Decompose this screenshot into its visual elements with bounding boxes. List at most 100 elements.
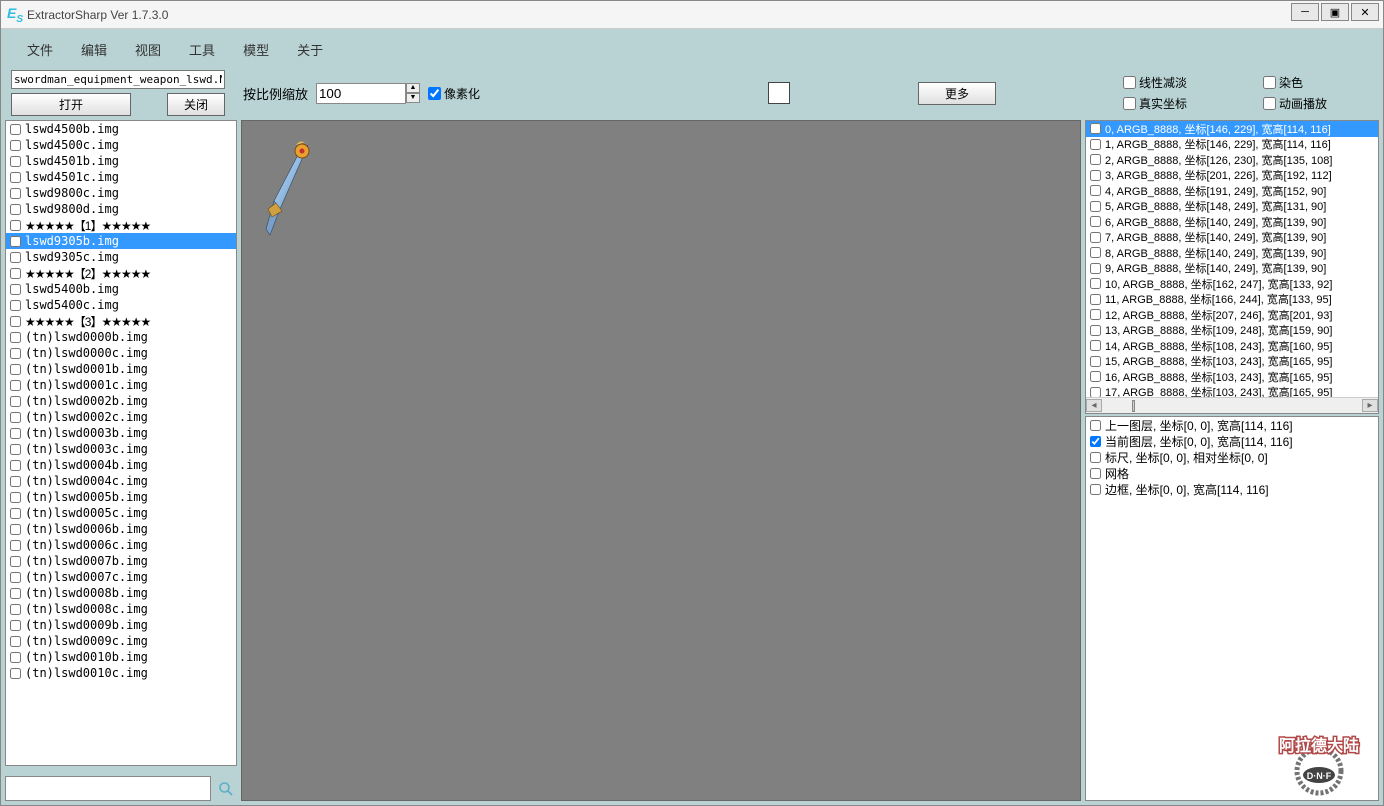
file-checkbox[interactable] bbox=[10, 460, 21, 471]
file-row[interactable]: (tn)lswd0006b.img bbox=[6, 521, 236, 537]
file-row[interactable]: (tn)lswd0009c.img bbox=[6, 633, 236, 649]
file-row[interactable]: lswd9305b.img bbox=[6, 233, 236, 249]
menu-edit[interactable]: 编辑 bbox=[67, 37, 121, 62]
menu-about[interactable]: 关于 bbox=[283, 37, 337, 62]
file-checkbox[interactable] bbox=[10, 588, 21, 599]
frame-row[interactable]: 6, ARGB_8888, 坐标[140, 249], 宽高[139, 90] bbox=[1086, 214, 1378, 230]
file-checkbox[interactable] bbox=[10, 236, 21, 247]
file-row[interactable]: (tn)lswd0000b.img bbox=[6, 329, 236, 345]
menu-file[interactable]: 文件 bbox=[13, 37, 67, 62]
frame-row[interactable]: 2, ARGB_8888, 坐标[126, 230], 宽高[135, 108] bbox=[1086, 152, 1378, 168]
minimize-button[interactable]: ─ bbox=[1291, 3, 1319, 21]
file-checkbox[interactable] bbox=[10, 636, 21, 647]
file-checkbox[interactable] bbox=[10, 508, 21, 519]
frame-row[interactable]: 14, ARGB_8888, 坐标[108, 243], 宽高[160, 95] bbox=[1086, 338, 1378, 354]
file-checkbox[interactable] bbox=[10, 124, 21, 135]
menu-model[interactable]: 模型 bbox=[229, 37, 283, 62]
frame-checkbox[interactable] bbox=[1090, 201, 1101, 212]
layer-row[interactable]: 网格 bbox=[1086, 465, 1378, 481]
file-row[interactable]: (tn)lswd0005c.img bbox=[6, 505, 236, 521]
file-row[interactable]: (tn)lswd0001b.img bbox=[6, 361, 236, 377]
file-row[interactable]: (tn)lswd0000c.img bbox=[6, 345, 236, 361]
frame-checkbox[interactable] bbox=[1090, 154, 1101, 165]
frame-row[interactable]: 10, ARGB_8888, 坐标[162, 247], 宽高[133, 92] bbox=[1086, 276, 1378, 292]
frame-checkbox[interactable] bbox=[1090, 263, 1101, 274]
frame-checkbox[interactable] bbox=[1090, 170, 1101, 181]
file-row[interactable]: lswd9305c.img bbox=[6, 249, 236, 265]
file-checkbox[interactable] bbox=[10, 172, 21, 183]
menu-tool[interactable]: 工具 bbox=[175, 37, 229, 62]
file-checkbox[interactable] bbox=[10, 396, 21, 407]
file-row[interactable]: lswd4501c.img bbox=[6, 169, 236, 185]
file-row[interactable]: (tn)lswd0002c.img bbox=[6, 409, 236, 425]
frame-row[interactable]: 1, ARGB_8888, 坐标[146, 229], 宽高[114, 116] bbox=[1086, 137, 1378, 153]
layer-checkbox[interactable] bbox=[1090, 484, 1101, 495]
file-checkbox[interactable] bbox=[10, 140, 21, 151]
frame-checkbox[interactable] bbox=[1090, 139, 1101, 150]
frame-row[interactable]: 0, ARGB_8888, 坐标[146, 229], 宽高[114, 116] bbox=[1086, 121, 1378, 137]
file-checkbox[interactable] bbox=[10, 604, 21, 615]
frame-checkbox[interactable] bbox=[1090, 123, 1101, 134]
frame-row[interactable]: 16, ARGB_8888, 坐标[103, 243], 宽高[165, 95] bbox=[1086, 369, 1378, 385]
frame-row[interactable]: 9, ARGB_8888, 坐标[140, 249], 宽高[139, 90] bbox=[1086, 261, 1378, 277]
layer-checkbox[interactable] bbox=[1090, 420, 1101, 431]
pixelate-checkbox[interactable]: 像素化 bbox=[428, 85, 480, 102]
file-checkbox[interactable] bbox=[10, 444, 21, 455]
file-checkbox[interactable] bbox=[10, 524, 21, 535]
dye-checkbox[interactable]: 染色 bbox=[1263, 74, 1373, 91]
file-list[interactable]: lswd4500b.imglswd4500c.imglswd4501b.imgl… bbox=[5, 120, 237, 766]
file-checkbox[interactable] bbox=[10, 428, 21, 439]
file-row[interactable]: lswd9800c.img bbox=[6, 185, 236, 201]
maximize-button[interactable]: ▣ bbox=[1321, 3, 1349, 21]
frame-checkbox[interactable] bbox=[1090, 216, 1101, 227]
anim-play-checkbox[interactable]: 动画播放 bbox=[1263, 95, 1373, 112]
frame-checkbox[interactable] bbox=[1090, 247, 1101, 258]
file-row[interactable]: (tn)lswd0005b.img bbox=[6, 489, 236, 505]
frame-list-hscroll[interactable]: ◂ ▸ bbox=[1086, 397, 1378, 413]
file-checkbox[interactable] bbox=[10, 668, 21, 679]
file-checkbox[interactable] bbox=[10, 348, 21, 359]
frame-checkbox[interactable] bbox=[1090, 185, 1101, 196]
file-row[interactable]: ★★★★★【3】★★★★★ bbox=[6, 313, 236, 329]
frame-row[interactable]: 17, ARGB_8888, 坐标[103, 243], 宽高[165, 95] bbox=[1086, 385, 1378, 398]
file-row[interactable]: (tn)lswd0009b.img bbox=[6, 617, 236, 633]
file-row[interactable]: lswd5400c.img bbox=[6, 297, 236, 313]
canvas[interactable] bbox=[241, 120, 1081, 801]
file-checkbox[interactable] bbox=[10, 380, 21, 391]
frame-checkbox[interactable] bbox=[1090, 387, 1101, 397]
layer-checkbox[interactable] bbox=[1090, 436, 1101, 447]
close-window-button[interactable]: ✕ bbox=[1351, 3, 1379, 21]
file-row[interactable]: lswd4500b.img bbox=[6, 121, 236, 137]
file-checkbox[interactable] bbox=[10, 476, 21, 487]
close-button[interactable]: 关闭 bbox=[167, 93, 225, 116]
file-checkbox[interactable] bbox=[10, 492, 21, 503]
file-row[interactable]: (tn)lswd0004c.img bbox=[6, 473, 236, 489]
layer-checkbox[interactable] bbox=[1090, 468, 1101, 479]
search-input[interactable] bbox=[5, 776, 211, 801]
frame-row[interactable]: 8, ARGB_8888, 坐标[140, 249], 宽高[139, 90] bbox=[1086, 245, 1378, 261]
file-checkbox[interactable] bbox=[10, 332, 21, 343]
layer-row[interactable]: 当前图层, 坐标[0, 0], 宽高[114, 116] bbox=[1086, 433, 1378, 449]
file-checkbox[interactable] bbox=[10, 268, 21, 279]
search-icon[interactable] bbox=[215, 778, 237, 800]
frame-checkbox[interactable] bbox=[1090, 294, 1101, 305]
file-row[interactable]: lswd4501b.img bbox=[6, 153, 236, 169]
frame-row[interactable]: 4, ARGB_8888, 坐标[191, 249], 宽高[152, 90] bbox=[1086, 183, 1378, 199]
frame-checkbox[interactable] bbox=[1090, 325, 1101, 336]
file-row[interactable]: (tn)lswd0007b.img bbox=[6, 553, 236, 569]
file-row[interactable]: lswd9800d.img bbox=[6, 201, 236, 217]
file-row[interactable]: (tn)lswd0007c.img bbox=[6, 569, 236, 585]
layer-row[interactable]: 标尺, 坐标[0, 0], 相对坐标[0, 0] bbox=[1086, 449, 1378, 465]
file-row[interactable]: (tn)lswd0010b.img bbox=[6, 649, 236, 665]
frame-checkbox[interactable] bbox=[1090, 371, 1101, 382]
layer-row[interactable]: 边框, 坐标[0, 0], 宽高[114, 116] bbox=[1086, 481, 1378, 497]
file-checkbox[interactable] bbox=[10, 556, 21, 567]
file-row[interactable]: (tn)lswd0004b.img bbox=[6, 457, 236, 473]
file-row[interactable]: (tn)lswd0008b.img bbox=[6, 585, 236, 601]
file-checkbox[interactable] bbox=[10, 188, 21, 199]
file-checkbox[interactable] bbox=[10, 412, 21, 423]
frame-row[interactable]: 12, ARGB_8888, 坐标[207, 246], 宽高[201, 93] bbox=[1086, 307, 1378, 323]
real-coord-checkbox[interactable]: 真实坐标 bbox=[1123, 95, 1233, 112]
scroll-right-icon[interactable]: ▸ bbox=[1362, 399, 1378, 412]
file-checkbox[interactable] bbox=[10, 540, 21, 551]
